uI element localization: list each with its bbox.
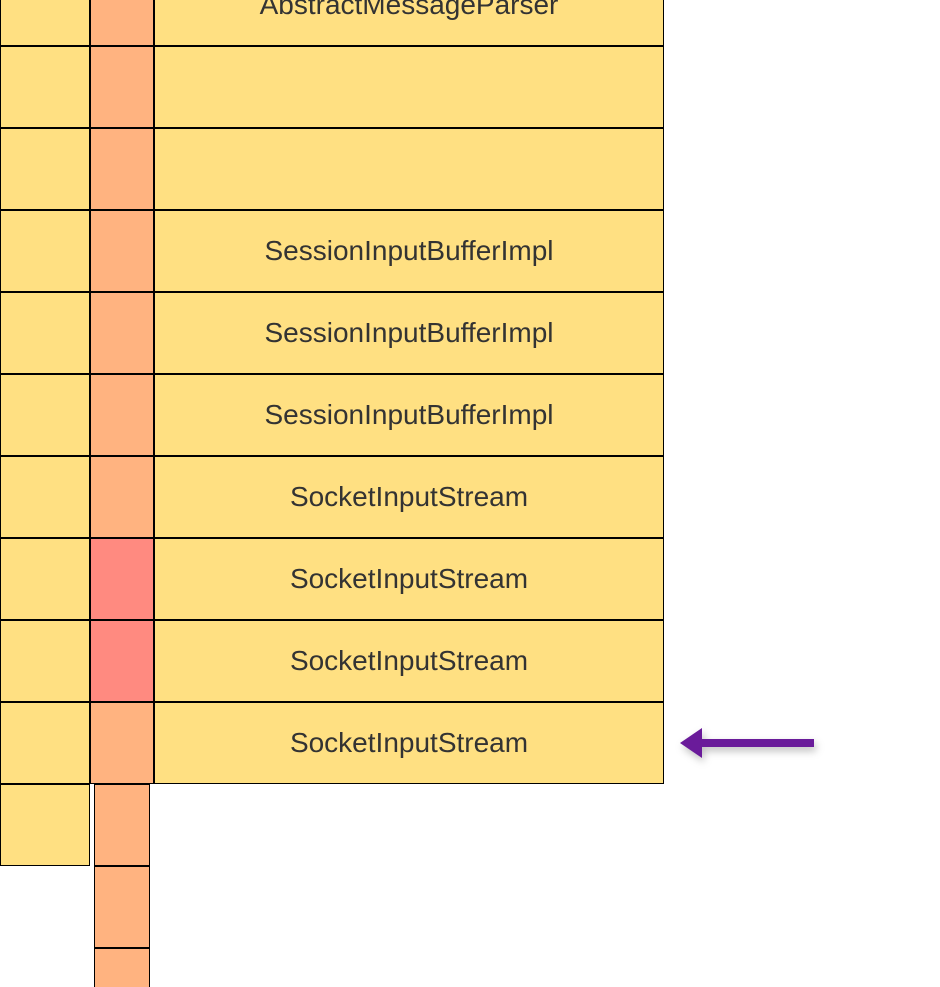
flame-col1-row[interactable] <box>0 374 90 456</box>
flame-frame[interactable]: SocketInputStream <box>154 538 664 620</box>
flame-col2-row[interactable] <box>90 292 154 374</box>
flame-col1-row[interactable] <box>0 620 90 702</box>
flame-col1-row[interactable] <box>0 292 90 374</box>
flame-tail-row[interactable] <box>94 784 150 866</box>
flame-frame[interactable]: SessionInputBufferImpl <box>154 374 664 456</box>
pointer-arrow <box>680 728 814 758</box>
flame-frame[interactable]: SocketInputStream <box>154 702 664 784</box>
flame-frame-label <box>155 129 663 209</box>
flame-col2-row[interactable] <box>90 538 154 620</box>
flame-frame[interactable]: SessionInputBufferImpl <box>154 210 664 292</box>
flame-col2-row[interactable] <box>90 702 154 784</box>
flame-frame[interactable] <box>154 128 664 210</box>
flame-col2-row[interactable] <box>90 46 154 128</box>
flame-col2-row[interactable] <box>90 456 154 538</box>
flame-frame-label: SocketInputStream <box>155 539 663 619</box>
flame-frame-label: AbstractMessageParser <box>155 0 663 45</box>
flame-col1-row[interactable] <box>0 456 90 538</box>
flame-col2-row[interactable] <box>90 0 154 46</box>
flame-frame-label: SessionInputBufferImpl <box>155 293 663 373</box>
flame-frame[interactable]: SessionInputBufferImpl <box>154 292 664 374</box>
flame-col1-extra[interactable] <box>0 784 90 866</box>
arrow-left-icon <box>680 728 814 758</box>
flame-col1-row[interactable] <box>0 702 90 784</box>
flame-col1-row[interactable] <box>0 46 90 128</box>
flame-tail-row[interactable] <box>94 866 150 948</box>
flame-col2-row[interactable] <box>90 374 154 456</box>
flame-frame[interactable]: SocketInputStream <box>154 456 664 538</box>
flame-col1-row[interactable] <box>0 210 90 292</box>
flame-frame[interactable]: AbstractMessageParser <box>154 0 664 46</box>
flame-col2-row[interactable] <box>90 620 154 702</box>
flame-frame-label: SocketInputStream <box>155 621 663 701</box>
flame-col1-row[interactable] <box>0 538 90 620</box>
flame-frame[interactable]: SocketInputStream <box>154 620 664 702</box>
flame-col1-row[interactable] <box>0 128 90 210</box>
flame-frame-label: SessionInputBufferImpl <box>155 375 663 455</box>
flame-col2-row[interactable] <box>90 128 154 210</box>
flame-tail-row[interactable] <box>94 948 150 987</box>
flame-frame[interactable] <box>154 46 664 128</box>
flame-frame-label: SessionInputBufferImpl <box>155 211 663 291</box>
flame-frame-label: SocketInputStream <box>155 703 663 783</box>
flame-frame-label <box>155 47 663 127</box>
flame-frame-label: SocketInputStream <box>155 457 663 537</box>
flame-col2-row[interactable] <box>90 210 154 292</box>
flame-col1-row[interactable] <box>0 0 90 46</box>
